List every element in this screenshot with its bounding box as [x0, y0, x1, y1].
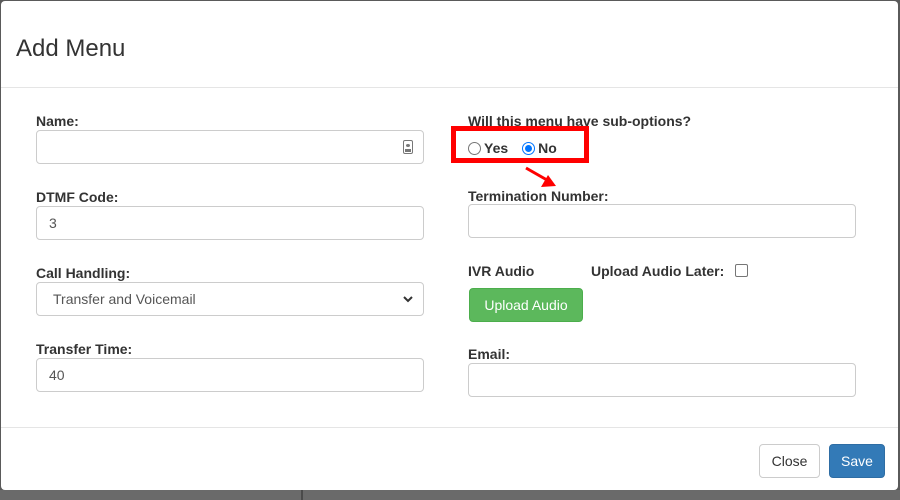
upload-audio-later-checkbox[interactable] [735, 264, 748, 277]
email-input[interactable] [468, 363, 856, 397]
upload-audio-later-label: Upload Audio Later: [591, 263, 725, 279]
call-handling-label: Call Handling: [36, 265, 131, 281]
termination-number-input[interactable] [468, 204, 856, 238]
chevron-down-icon [403, 296, 413, 303]
page-backdrop [0, 490, 900, 500]
email-label: Email: [468, 346, 511, 362]
annotation-highlight-box [451, 126, 589, 163]
call-handling-selected-value: Transfer and Voicemail [53, 291, 196, 307]
modal-title: Add Menu [16, 35, 126, 62]
add-menu-modal: Add Menu Name: DTMF Code: 3 Call Handlin… [1, 1, 898, 490]
upload-audio-button[interactable]: Upload Audio [469, 288, 583, 322]
ivr-audio-label: IVR Audio [468, 263, 535, 279]
termination-number-label: Termination Number: [468, 188, 609, 204]
modal-header: Add Menu [1, 1, 898, 88]
name-label: Name: [36, 113, 79, 129]
close-button[interactable]: Close [759, 444, 820, 478]
transfer-time-input[interactable]: 40 [36, 358, 424, 392]
name-input[interactable] [36, 130, 424, 164]
backdrop-divider [301, 490, 303, 500]
save-button[interactable]: Save [829, 444, 885, 478]
contact-card-icon[interactable] [403, 140, 413, 154]
transfer-time-label: Transfer Time: [36, 341, 133, 357]
transfer-time-value: 40 [49, 367, 65, 383]
dtmf-code-input[interactable]: 3 [36, 206, 424, 240]
dtmf-code-label: DTMF Code: [36, 189, 119, 205]
call-handling-select[interactable]: Transfer and Voicemail [36, 282, 424, 316]
modal-footer-divider [1, 427, 898, 428]
dtmf-code-value: 3 [49, 215, 57, 231]
